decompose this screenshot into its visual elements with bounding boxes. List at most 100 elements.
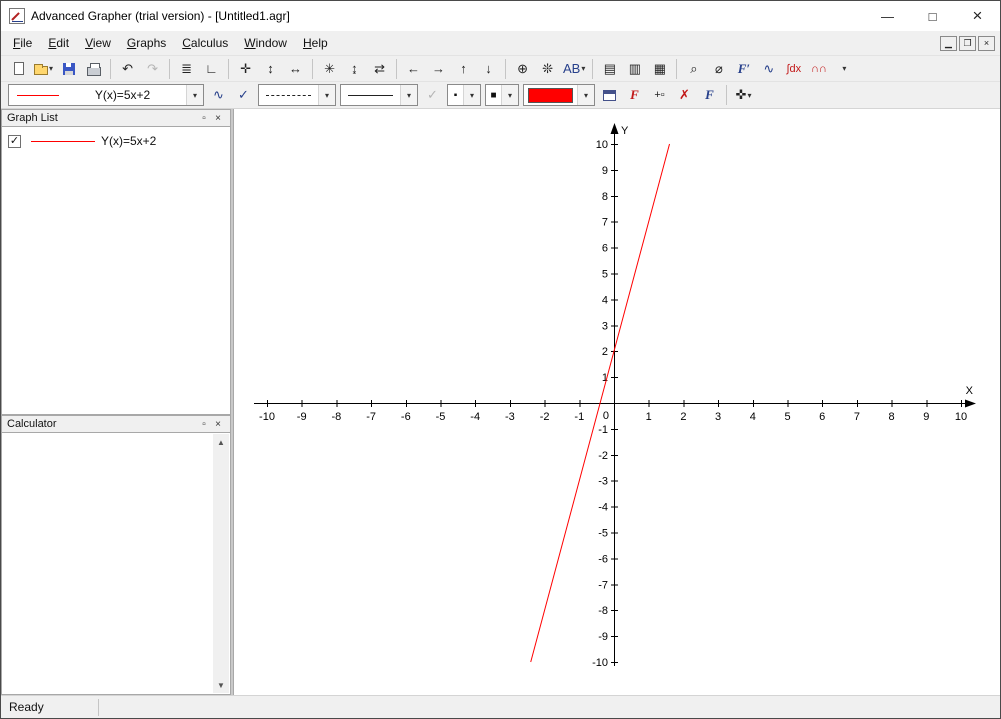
- table-values-icon: ▤: [603, 60, 617, 76]
- graph-list-item[interactable]: ✓ Y(x)=5x+2: [2, 127, 230, 148]
- point-style-dropdown-icon[interactable]: ▾: [463, 85, 480, 105]
- formula-dropdown-icon[interactable]: ▾: [186, 85, 203, 105]
- analysis-dropdown-button[interactable]: ▾: [832, 58, 855, 80]
- data-grid-button[interactable]: ▦: [648, 58, 671, 80]
- apply-style-button[interactable]: ✓: [232, 84, 255, 106]
- save-button[interactable]: [57, 58, 80, 80]
- svg-text:-2: -2: [540, 411, 550, 423]
- graph-list-float-button[interactable]: ▫: [197, 111, 211, 125]
- redo-button[interactable]: ↷: [141, 58, 164, 80]
- line-width-combobox[interactable]: ▾: [340, 84, 418, 106]
- add-graphs-icon: +▫: [654, 89, 665, 101]
- open-folder-icon: [34, 63, 48, 75]
- fill-style-dropdown-icon[interactable]: ▾: [501, 85, 518, 105]
- svg-text:5: 5: [602, 269, 608, 281]
- add-graph-button[interactable]: F: [623, 84, 646, 106]
- scroll-down-icon[interactable]: ▼: [213, 677, 229, 693]
- squeeze-vertical-button[interactable]: ↨: [343, 58, 366, 80]
- open-file-button[interactable]: ▾: [32, 58, 55, 80]
- mdi-minimize-button[interactable]: ▁: [940, 35, 957, 51]
- table-of-values-button[interactable]: ▤: [598, 58, 621, 80]
- svg-text:-5: -5: [436, 411, 446, 423]
- graph-list-close-button[interactable]: ×: [211, 111, 225, 125]
- svg-text:-7: -7: [366, 411, 376, 423]
- svg-text:Y: Y: [621, 125, 629, 137]
- move-tool-button[interactable]: ✛: [234, 58, 257, 80]
- left-arrow-icon: ←: [407, 61, 421, 76]
- right-arrow-icon: →: [432, 61, 446, 76]
- regression-button[interactable]: ∩∩: [807, 58, 830, 80]
- graph-visible-checkbox[interactable]: ✓: [8, 134, 21, 148]
- tangent-button[interactable]: ∿: [757, 58, 780, 80]
- svg-text:6: 6: [602, 243, 608, 255]
- maximize-button[interactable]: □: [910, 2, 955, 31]
- calculator-body[interactable]: ▲ ▼: [1, 433, 231, 695]
- color-combobox[interactable]: ▾: [523, 84, 595, 106]
- menubar: File Edit View Graphs Calculus Window He…: [1, 31, 1000, 56]
- print-button[interactable]: [82, 58, 105, 80]
- derivative-button[interactable]: F′: [732, 58, 755, 80]
- labels-dropdown-icon: ▾: [581, 64, 586, 73]
- line-width-dropdown-icon[interactable]: ▾: [400, 85, 417, 105]
- menu-help[interactable]: Help: [295, 32, 336, 54]
- scroll-right-button[interactable]: →: [427, 58, 450, 80]
- trace-button[interactable]: ⊕: [511, 58, 534, 80]
- svg-text:-10: -10: [259, 411, 275, 423]
- point-style-combobox[interactable]: ▪ ▾: [447, 84, 481, 106]
- mdi-close-button[interactable]: ×: [978, 35, 995, 51]
- scroll-up-icon[interactable]: ▲: [213, 434, 229, 450]
- undo-button[interactable]: ↶: [116, 58, 139, 80]
- labels-button[interactable]: AB ▾: [561, 58, 587, 80]
- graph-type-button[interactable]: ∿: [207, 84, 230, 106]
- integral-button[interactable]: ∫dx: [782, 58, 805, 80]
- redo-icon: ↷: [147, 60, 158, 76]
- line-style-dropdown-icon[interactable]: ▾: [318, 85, 335, 105]
- add-graphs-button[interactable]: +▫: [648, 84, 671, 106]
- calculator-float-button[interactable]: ▫: [197, 417, 211, 431]
- apply-style-2-button[interactable]: ✓: [421, 84, 444, 106]
- zoom-off-button[interactable]: ⌀: [707, 58, 730, 80]
- crosshair-tool-button[interactable]: ✜ ▾: [732, 84, 755, 106]
- autoscale-button[interactable]: ✳: [318, 58, 341, 80]
- scroll-down-button[interactable]: ↓: [477, 58, 500, 80]
- snap-button[interactable]: ❊: [536, 58, 559, 80]
- fit-horizontal-icon: ↔: [289, 61, 303, 76]
- scroll-up-button[interactable]: ↑: [452, 58, 475, 80]
- fill-style-icon: ■: [490, 89, 497, 101]
- zoom-off-icon: ⌀: [714, 60, 723, 76]
- zoom-curve-button[interactable]: ⌕: [682, 58, 705, 80]
- minimize-button[interactable]: —: [865, 2, 910, 31]
- menu-calculus[interactable]: Calculus: [174, 32, 236, 54]
- graph-item-label: Y(x)=5x+2: [101, 134, 157, 148]
- calculator-close-button[interactable]: ×: [211, 417, 225, 431]
- axes-properties-button[interactable]: ∟: [200, 58, 223, 80]
- menu-graphs[interactable]: Graphs: [119, 32, 174, 54]
- fit-vertical-button[interactable]: ↕: [259, 58, 282, 80]
- menu-view[interactable]: View: [77, 32, 119, 54]
- calculator-scrollbar[interactable]: ▲ ▼: [213, 434, 229, 693]
- toolbar-standard: ▾ ↶ ↷ ≣ ∟ ✛ ↕ ↔ ✳ ↨ ⇄ ← → ↑ ↓ ⊕ ❊ AB ▾ ▤ …: [1, 56, 1000, 82]
- fit-horizontal-button[interactable]: ↔: [284, 58, 307, 80]
- window-title: Advanced Grapher (trial version) - [Unti…: [31, 9, 290, 23]
- color-dropdown-icon[interactable]: ▾: [577, 85, 594, 105]
- graph-properties-button[interactable]: [598, 84, 621, 106]
- maximize-icon: □: [928, 8, 937, 24]
- value-list-button[interactable]: ▥: [623, 58, 646, 80]
- mdi-restore-button[interactable]: ❐: [959, 35, 976, 51]
- menu-file[interactable]: File: [5, 32, 40, 54]
- graph-canvas[interactable]: XY-10 -9 -8 -7 -6 -5 -4 -3 -2 -1 1 2 3 4 5 6 7 8 9 10-10-9-…: [234, 109, 1000, 695]
- menu-edit[interactable]: Edit: [40, 32, 77, 54]
- formula-combobox[interactable]: Y(x)=5x+2 ▾: [8, 84, 204, 106]
- menu-window[interactable]: Window: [236, 32, 295, 54]
- edit-graph-button[interactable]: F: [698, 84, 721, 106]
- delete-graph-button[interactable]: ✗: [673, 84, 696, 106]
- graph-list-toggle-button[interactable]: ≣: [175, 58, 198, 80]
- squeeze-horizontal-button[interactable]: ⇄: [368, 58, 391, 80]
- svg-text:0: 0: [603, 410, 609, 422]
- new-file-button[interactable]: [7, 58, 30, 80]
- graph-area[interactable]: X Y -10 -9 -8 -7 -6 -5 -4 -3 -2 -1 1 2 3 4 5 6 7 8 9 10 -10 -9-…: [233, 109, 1000, 695]
- line-style-combobox[interactable]: ▾: [258, 84, 336, 106]
- scroll-left-button[interactable]: ←: [402, 58, 425, 80]
- fill-style-combobox[interactable]: ■ ▾: [485, 84, 519, 106]
- close-button[interactable]: ×: [955, 2, 1000, 31]
